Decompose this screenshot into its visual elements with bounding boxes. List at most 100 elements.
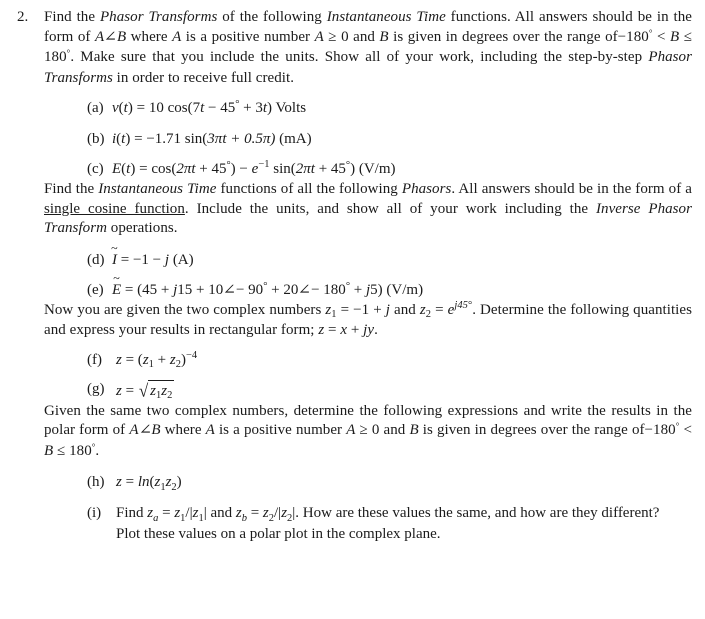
item-label-d: (d) bbox=[87, 251, 105, 268]
intro-text-10: . Make sure that you include the units. … bbox=[70, 49, 649, 65]
eq-f-z1-subscript: 1 bbox=[148, 359, 154, 370]
eq-a-inner1: 7 bbox=[192, 100, 201, 116]
intro-text-1: Find the bbox=[44, 9, 100, 25]
tilde-accent-icon: ~ bbox=[111, 241, 118, 255]
degree-symbol: ° bbox=[345, 160, 351, 171]
polar-text-8: . bbox=[95, 442, 100, 459]
eq-h-close: ) bbox=[176, 474, 182, 490]
eq-i-text-4: | and bbox=[203, 505, 236, 521]
eq-a-units: Volts bbox=[272, 100, 307, 116]
intro-text-7: is given in degrees over the range of−18… bbox=[388, 28, 649, 45]
eq-a-trig: cos bbox=[167, 100, 188, 116]
list-item-b: (b) i(t) = −1.71 sin(3πt + 0.5π) (mA) bbox=[44, 130, 692, 149]
eq-c-term1a: 2π bbox=[176, 161, 192, 177]
eq-a-inner2: − 45 bbox=[204, 100, 236, 116]
problem-intro-row: 2. Find the Phasor Transforms of the fol… bbox=[0, 8, 705, 544]
item-content-f: z = (z1 + z2)−4 bbox=[116, 350, 692, 371]
intro-text-4: where bbox=[126, 28, 173, 45]
complex-text-8: . bbox=[374, 322, 378, 338]
eq-c-trig2: sin bbox=[273, 161, 291, 177]
item-content-b: i(t) = −1.71 sin(3πt + 0.5π) (mA) bbox=[112, 131, 312, 147]
list-item-f: (f) z = (z1 + z2)−4 bbox=[44, 350, 692, 371]
eq-e-seg5: + bbox=[350, 281, 366, 298]
complex-exponent: j45 bbox=[454, 299, 468, 311]
polar-text-4: ≥ 0 and bbox=[355, 422, 410, 438]
list-item-e: (e) ~ E = (45 + j15 + 10∠− 90° + 20∠− 180… bbox=[44, 272, 692, 301]
intro-text-11: in order to receive full credit. bbox=[112, 69, 295, 86]
eq-h-z2-subscript: 2 bbox=[171, 481, 177, 493]
eq-c-minus: − bbox=[235, 161, 252, 177]
degree-symbol: ° bbox=[235, 99, 240, 110]
eq-c-term1b: + 45 bbox=[195, 161, 227, 177]
eq-e-open: = (45 + bbox=[121, 281, 174, 298]
mid-text-2: functions of all the following bbox=[216, 181, 402, 197]
eq-e-seg2: − 90 bbox=[235, 281, 264, 298]
degree-symbol: ° bbox=[467, 299, 473, 311]
inverse-phasor-items: (d) ~ I = −1 − j (A) (e) ~ E = (45 + j15 +… bbox=[44, 242, 692, 301]
problem-block: 2. Find the Phasor Transforms of the fol… bbox=[0, 8, 705, 544]
intro-paragraph: Find the Phasor Transforms of the follow… bbox=[44, 8, 692, 88]
list-item-g: (g) z = √ z1z2 bbox=[44, 379, 692, 402]
polar-text-2: where bbox=[160, 422, 206, 438]
eq-c-trig1: cos bbox=[151, 161, 172, 177]
item-label-f: (f) bbox=[87, 351, 102, 368]
eq-i-z1-subscript: 1 bbox=[180, 512, 186, 524]
tilde-accent-icon: ~ bbox=[113, 271, 120, 285]
eq-e-seg1: 15 + 10 bbox=[177, 281, 224, 298]
eq-c-func: E bbox=[112, 161, 122, 177]
eq-e-seg6: 5) (V/m) bbox=[370, 281, 424, 298]
eq-c-term2a: 2π bbox=[295, 161, 311, 177]
eq-b-amplitude: −1.71 bbox=[146, 131, 182, 147]
eq-i-text-2: = bbox=[158, 505, 175, 521]
list-item-d: (d) ~ I = −1 − j (A) bbox=[44, 242, 692, 270]
item-content-a: v(t) = 10 cos(7t − 45° + 3t) Volts bbox=[112, 99, 307, 116]
degree-symbol: ° bbox=[91, 441, 96, 452]
eq-i-z2-subscript: 2 bbox=[268, 512, 275, 524]
item-label-e: (e) bbox=[87, 281, 104, 298]
item-label-h: (h) bbox=[87, 474, 105, 490]
intro-text-2: of the following bbox=[217, 9, 327, 25]
polar-form-paragraph: Given the same two complex numbers, dete… bbox=[44, 402, 692, 463]
item-label-i: (i) bbox=[87, 505, 102, 521]
rectangular-form-items: (f) z = (z1 + z2)−4 (g) z = √ z1z2 bbox=[44, 350, 692, 402]
degree-symbol: ° bbox=[648, 27, 653, 38]
degree-symbol: ° bbox=[226, 160, 231, 171]
item-content-c: E(t) = cos(2πt + 45°) − e−1 sin(2πt + 45… bbox=[112, 159, 396, 177]
eq-h-eq: = bbox=[121, 474, 138, 490]
list-item-a: (a) v(t) = 10 cos(7t − 45° + 3t) Volts bbox=[44, 99, 692, 119]
item-content-h: z = ln(z1z2) bbox=[116, 473, 692, 493]
intro-text-5: is a positive number bbox=[181, 28, 315, 45]
item-content-d: ~ I = −1 − j (A) bbox=[111, 242, 692, 270]
intro-term-instantaneous-time: Instantaneous Time bbox=[326, 9, 446, 25]
complex-z2: z bbox=[419, 301, 426, 318]
degree-symbol: ° bbox=[66, 48, 71, 58]
eq-c-exponent: −1 bbox=[258, 159, 270, 170]
polar-var-b3: B bbox=[44, 442, 54, 459]
polar-text-6: < bbox=[679, 422, 692, 438]
degree-symbol: ° bbox=[263, 280, 268, 292]
list-item-c: (c) E(t) = cos(2πt + 45°) − e−1 sin(2πt … bbox=[44, 159, 692, 180]
intro-term-phasor-transforms: Phasor Transforms bbox=[99, 9, 218, 25]
angle-icon: ∠ bbox=[297, 282, 312, 298]
eq-h-ln: ln bbox=[137, 474, 150, 490]
eq-h-z1-subscript: 1 bbox=[160, 481, 166, 493]
degree-symbol: ° bbox=[675, 421, 680, 431]
angle-icon: ∠ bbox=[103, 29, 118, 45]
mid-paragraph: Find the Instantaneous Time functions of… bbox=[44, 180, 692, 239]
mid-underline-single-cosine: single cosine function bbox=[44, 200, 185, 217]
complex-z2-subscript: 2 bbox=[425, 309, 432, 320]
eq-i-za-subscript: a bbox=[153, 512, 159, 524]
eq-i-text-1: Find bbox=[116, 505, 148, 521]
eq-i-text-3: /| bbox=[185, 505, 193, 521]
eq-e-seg4: − 180 bbox=[311, 281, 346, 298]
complex-text-1: Now you are given the two complex number… bbox=[44, 301, 326, 318]
eq-c-units: (V/m) bbox=[355, 161, 396, 177]
polar-text-5: is given in degrees over the range of−18… bbox=[418, 422, 676, 438]
eq-d-units: (A) bbox=[169, 251, 194, 268]
eq-b-units: (mA) bbox=[275, 131, 312, 147]
complex-text-3: and bbox=[390, 301, 420, 318]
intro-var-b3: B bbox=[669, 28, 680, 45]
mid-term-phasors: Phasors bbox=[401, 181, 452, 197]
item-content-g: z = √ z1z2 bbox=[116, 379, 692, 402]
complex-text-2: = −1 + bbox=[336, 301, 386, 318]
